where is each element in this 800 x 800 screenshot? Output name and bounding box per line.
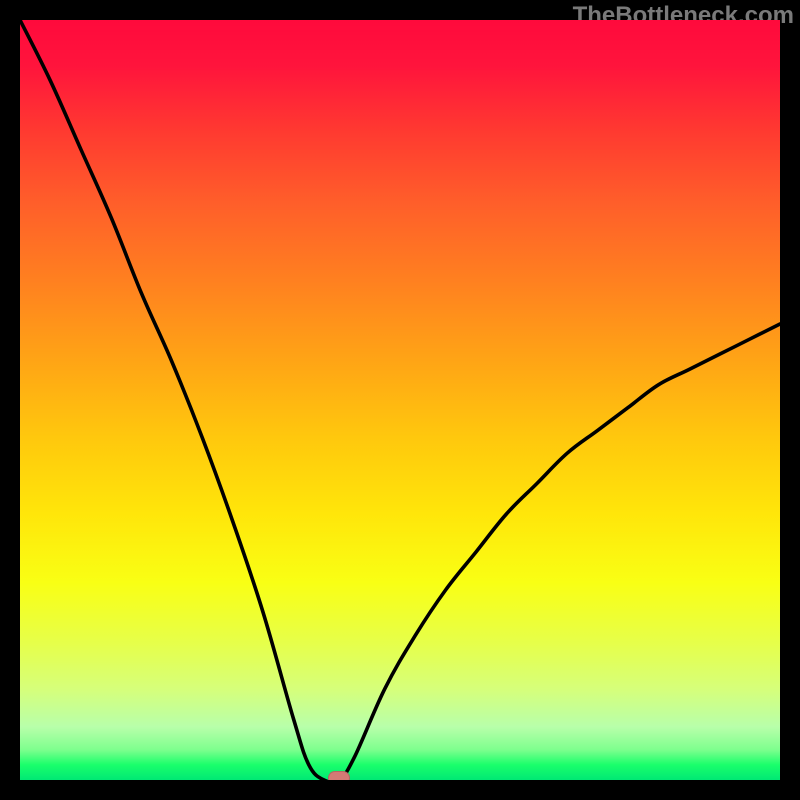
curve-path xyxy=(20,20,780,780)
plot-area xyxy=(20,20,780,780)
bottleneck-curve xyxy=(20,20,780,780)
optimal-point-marker xyxy=(328,771,350,780)
chart-stage: TheBottleneck.com xyxy=(0,0,800,800)
